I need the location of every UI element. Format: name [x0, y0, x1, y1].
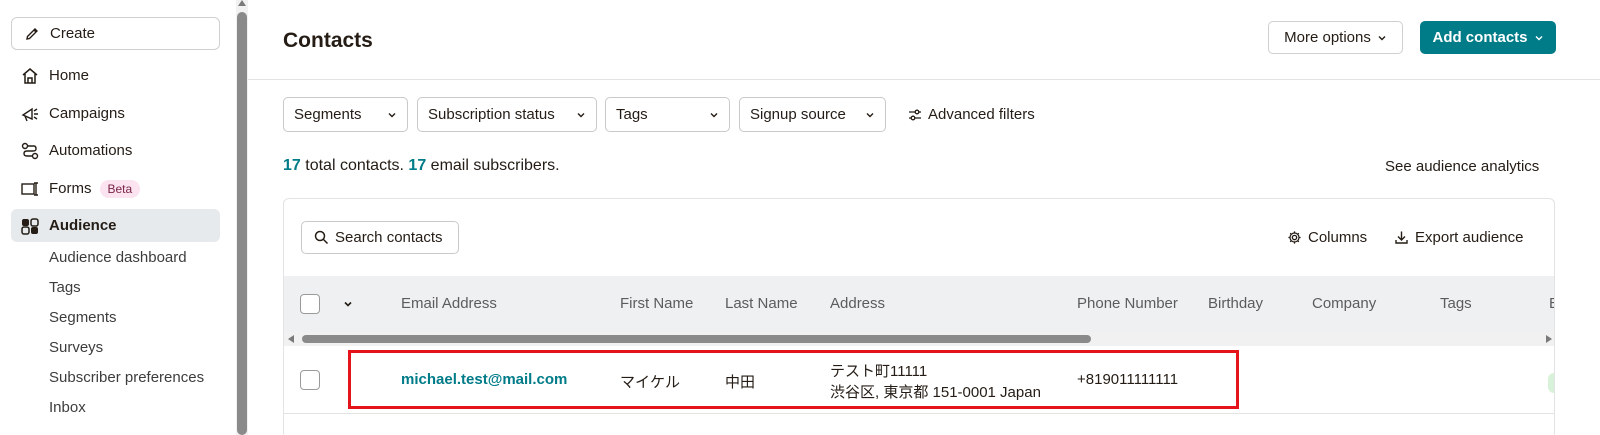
sidebar-subitem-segments[interactable]: Segments	[49, 309, 117, 326]
sidebar-item-automations[interactable]: Automations	[11, 134, 220, 167]
scroll-left-arrow-icon[interactable]	[288, 335, 294, 343]
sidebar-subitem-surveys[interactable]: Surveys	[49, 339, 103, 356]
chevron-down-icon	[710, 112, 718, 117]
column-header-last-name[interactable]: Last Name	[725, 295, 798, 312]
subscription-status-filter-label: Subscription status	[428, 106, 555, 123]
tags-filter-label: Tags	[616, 106, 648, 123]
chevron-down-icon	[388, 112, 396, 117]
chevron-down-icon	[1378, 35, 1386, 40]
sidebar-item-campaigns[interactable]: Campaigns	[11, 97, 220, 130]
automation-icon	[19, 140, 41, 162]
chevron-down-icon	[1535, 35, 1542, 40]
audience-icon	[19, 215, 41, 237]
column-header-first-name[interactable]: First Name	[620, 295, 693, 312]
chevron-down-icon	[866, 112, 874, 117]
column-header-birthday[interactable]: Birthday	[1208, 295, 1263, 312]
row-highlight-box	[348, 350, 1239, 409]
sidebar-subitem-subscriber-preferences[interactable]: Subscriber preferences	[49, 369, 204, 386]
sidebar-item-label: Audience	[49, 217, 117, 234]
sidebar-subitem-inbox[interactable]: Inbox	[49, 399, 86, 416]
subscription-status-filter[interactable]: Subscription status	[417, 97, 597, 132]
scroll-up-arrow-icon[interactable]	[238, 0, 246, 6]
table-header: Email Address First Name Last Name Addre…	[284, 276, 1554, 332]
total-contacts-text: total contacts.	[305, 157, 404, 174]
add-contacts-button[interactable]: Add contacts	[1420, 21, 1556, 54]
chevron-down-icon[interactable]	[343, 299, 353, 309]
sidebar-item-forms[interactable]: Forms Beta	[11, 172, 220, 205]
page-title: Contacts	[283, 29, 373, 52]
table-row[interactable]: michael.test@mail.com マイケル 中田 テスト町11111 …	[284, 346, 1554, 414]
segments-filter-label: Segments	[294, 106, 362, 123]
sidebar-item-label: Home	[49, 67, 90, 84]
megaphone-icon	[19, 103, 41, 125]
more-options-button[interactable]: More options	[1268, 21, 1403, 54]
beta-badge: Beta	[99, 179, 141, 198]
gear-icon	[1288, 231, 1301, 244]
export-audience-label: Export audience	[1415, 229, 1524, 246]
tags-filter[interactable]: Tags	[605, 97, 730, 132]
column-header-address[interactable]: Address	[830, 295, 885, 312]
see-audience-analytics-link[interactable]: See audience analytics	[1385, 158, 1539, 175]
sidebar-item-label: Forms	[49, 180, 92, 197]
contacts-table-card: Search contacts Columns Export audience …	[283, 198, 1555, 435]
sidebar-item-label: Campaigns	[49, 105, 125, 122]
total-contacts-count: 17	[283, 157, 301, 174]
column-header-phone[interactable]: Phone Number	[1077, 295, 1178, 312]
table-horizontal-scrollbar[interactable]	[284, 332, 1554, 346]
export-audience-button[interactable]: Export audience	[1394, 229, 1523, 246]
email-subscribers-text: email subscribers.	[430, 157, 560, 174]
sidebar-subitem-audience-dashboard[interactable]: Audience dashboard	[49, 249, 187, 266]
sidebar-item-label: Automations	[49, 142, 133, 159]
sliders-icon	[909, 109, 921, 120]
scrollbar-thumb[interactable]	[237, 12, 247, 435]
advanced-filters-label: Advanced filters	[928, 106, 1035, 123]
download-icon	[1395, 231, 1408, 244]
column-header-company[interactable]: Company	[1312, 295, 1376, 312]
sidebar-item-home[interactable]: Home	[11, 59, 220, 92]
status-badge	[1548, 373, 1554, 393]
more-options-label: More options	[1284, 29, 1371, 46]
create-button[interactable]: Create	[11, 17, 220, 50]
column-header-tags[interactable]: Tags	[1440, 295, 1472, 312]
signup-source-filter-label: Signup source	[750, 106, 846, 123]
form-icon	[19, 178, 41, 200]
select-all-checkbox[interactable]	[300, 294, 320, 314]
column-header-email[interactable]: Email Address	[401, 295, 497, 312]
signup-source-filter[interactable]: Signup source	[739, 97, 886, 132]
contacts-summary: 17 total contacts. 17 email subscribers.	[283, 157, 560, 175]
sidebar-subitem-tags[interactable]: Tags	[49, 279, 81, 296]
row-checkbox[interactable]	[300, 370, 320, 390]
chevron-down-icon	[577, 112, 585, 117]
create-label: Create	[50, 25, 96, 42]
sidebar-scrollbar[interactable]	[236, 0, 248, 435]
email-subscribers-count: 17	[408, 157, 427, 174]
advanced-filters-button[interactable]: Advanced filters	[908, 106, 1035, 123]
sidebar-item-audience[interactable]: Audience	[11, 209, 220, 242]
sidebar: Create Home Campaigns Automations Forms …	[0, 0, 236, 435]
segments-filter[interactable]: Segments	[283, 97, 408, 132]
pencil-icon	[26, 27, 38, 40]
home-icon	[19, 65, 41, 87]
column-header-truncated[interactable]: E	[1549, 295, 1554, 312]
search-icon	[314, 230, 329, 245]
columns-button[interactable]: Columns	[1287, 229, 1367, 246]
add-contacts-label: Add contacts	[1432, 29, 1528, 46]
scrollbar-thumb[interactable]	[302, 335, 1091, 343]
scroll-right-arrow-icon[interactable]	[1546, 335, 1552, 343]
search-contacts-label: Search contacts	[335, 229, 443, 246]
columns-label: Columns	[1308, 229, 1368, 246]
search-contacts-button[interactable]: Search contacts	[301, 221, 459, 254]
page-header: Contacts More options Add contacts	[248, 0, 1600, 80]
